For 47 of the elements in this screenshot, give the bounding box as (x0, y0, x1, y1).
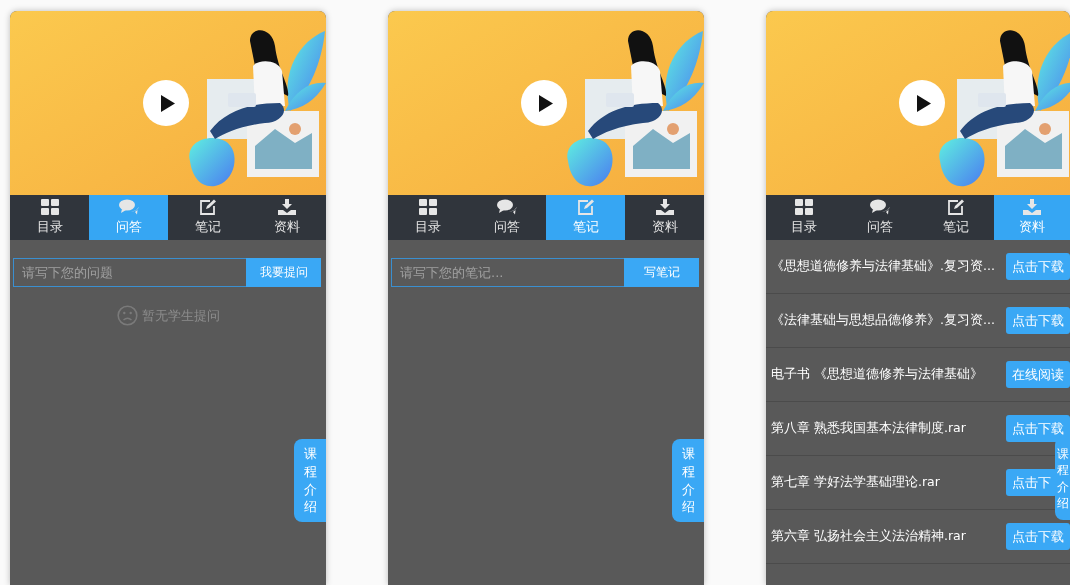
course-intro-tab[interactable]: 课程介绍 (1055, 437, 1070, 520)
tab[interactable]: 问答 (467, 195, 546, 240)
tab[interactable]: 目录 (766, 195, 842, 240)
file-action-button[interactable]: 点击下载 (1006, 415, 1070, 442)
file-title: 第六章 弘扬社会主义法治精神.rar (771, 528, 966, 545)
tab[interactable]: 目录 (388, 195, 467, 240)
play-icon (538, 94, 553, 112)
tab[interactable]: 资料 (994, 195, 1070, 240)
file-action-button[interactable]: 点击下 (1006, 469, 1057, 496)
chat-icon (118, 199, 139, 215)
chat-icon (496, 199, 517, 215)
note-field[interactable]: 请写下您的笔记... (391, 258, 624, 287)
download-icon (1023, 199, 1041, 215)
grid-icon (40, 199, 59, 215)
tab[interactable]: 问答 (842, 195, 918, 240)
tab[interactable]: 笔记 (918, 195, 994, 240)
edit-icon (576, 199, 595, 215)
file-title: 第八章 熟悉我国基本法律制度.rar (771, 420, 966, 437)
file-title: 《法律基础与思想品德修养》.复习资... (771, 312, 995, 329)
question-field[interactable]: 请写下您的问题 (13, 258, 246, 287)
grid-icon (795, 199, 813, 215)
tab[interactable]: 资料 (247, 195, 326, 240)
chat-icon (870, 199, 890, 215)
file-action-button[interactable]: 点击下载 (1006, 253, 1070, 280)
tab[interactable]: 笔记 (546, 195, 625, 240)
course-intro-tab[interactable]: 课程介绍 (294, 439, 326, 522)
file-action-button[interactable]: 点击下载 (1006, 523, 1070, 550)
play-icon (916, 94, 931, 112)
grid-icon (418, 199, 437, 215)
tab[interactable]: 笔记 (168, 195, 247, 240)
file-title: 电子书 《思想道德修养与法律基础》 (771, 366, 983, 383)
download-icon (655, 199, 674, 215)
play-icon (160, 94, 175, 112)
download-icon (277, 199, 296, 215)
file-action-button[interactable]: 点击下载 (1006, 307, 1070, 334)
file-action-button[interactable]: 在线阅读 (1006, 361, 1070, 388)
course-intro-tab[interactable]: 课程介绍 (672, 439, 704, 522)
sad-face-icon (116, 305, 138, 326)
tab[interactable]: 目录 (10, 195, 89, 240)
file-title: 第七章 学好法学基础理论.rar (771, 474, 940, 491)
edit-icon (198, 199, 217, 215)
write-note-button[interactable]: 写笔记 (624, 258, 699, 287)
ask-button[interactable]: 我要提问 (246, 258, 321, 287)
tab[interactable]: 资料 (625, 195, 704, 240)
file-title: 《思想道德修养与法律基础》.复习资... (771, 258, 995, 275)
edit-icon (947, 199, 965, 215)
tab[interactable]: 问答 (89, 195, 168, 240)
